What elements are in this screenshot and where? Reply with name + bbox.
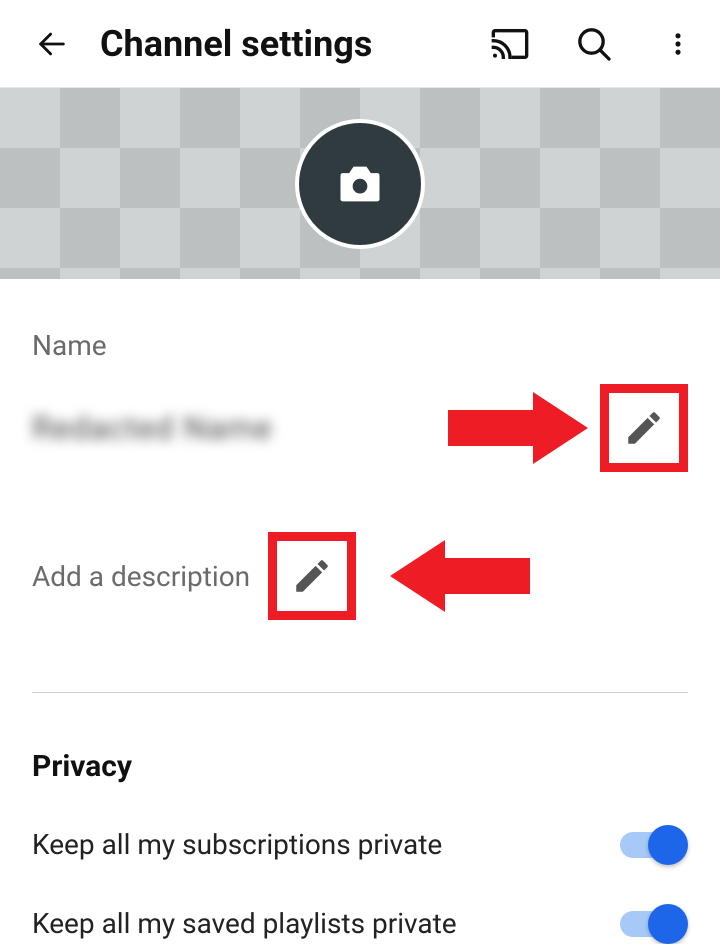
- search-button[interactable]: [572, 22, 616, 66]
- description-label: Add a description: [32, 560, 250, 593]
- toggle-knob: [648, 825, 688, 865]
- more-vert-icon: [664, 24, 692, 64]
- section-divider: [32, 692, 688, 693]
- description-row: Add a description: [0, 532, 720, 620]
- camera-icon: [334, 158, 386, 210]
- annotation-arrow-right-icon: [438, 388, 588, 468]
- pencil-icon: [623, 407, 665, 449]
- name-section: Name Redacted Name: [0, 329, 720, 472]
- page-title: Channel settings: [100, 23, 460, 65]
- privacy-heading: Privacy: [0, 749, 720, 784]
- cast-icon: [490, 24, 530, 64]
- playlists-privacy-row: Keep all my saved playlists private: [0, 907, 720, 940]
- pencil-icon: [291, 555, 333, 597]
- channel-banner: [0, 88, 720, 279]
- name-row: Redacted Name: [32, 384, 688, 472]
- arrow-left-icon: [35, 27, 69, 61]
- edit-description-button[interactable]: [268, 532, 356, 620]
- name-value: Redacted Name: [32, 409, 273, 447]
- change-photo-button[interactable]: [295, 119, 425, 249]
- subscriptions-privacy-toggle[interactable]: [620, 832, 684, 858]
- name-edit-group: [438, 384, 688, 472]
- playlists-privacy-label: Keep all my saved playlists private: [32, 907, 457, 940]
- app-bar: Channel settings: [0, 0, 720, 88]
- toggle-knob: [648, 904, 688, 944]
- name-label: Name: [32, 329, 688, 362]
- search-icon: [574, 24, 614, 64]
- subscriptions-privacy-label: Keep all my subscriptions private: [32, 828, 442, 861]
- cast-button[interactable]: [488, 22, 532, 66]
- playlists-privacy-toggle[interactable]: [620, 911, 684, 937]
- edit-name-button[interactable]: [600, 384, 688, 472]
- header-actions: [488, 22, 700, 66]
- back-button[interactable]: [32, 24, 72, 64]
- subscriptions-privacy-row: Keep all my subscriptions private: [0, 828, 720, 861]
- more-button[interactable]: [656, 22, 700, 66]
- annotation-arrow-left-icon: [390, 536, 540, 616]
